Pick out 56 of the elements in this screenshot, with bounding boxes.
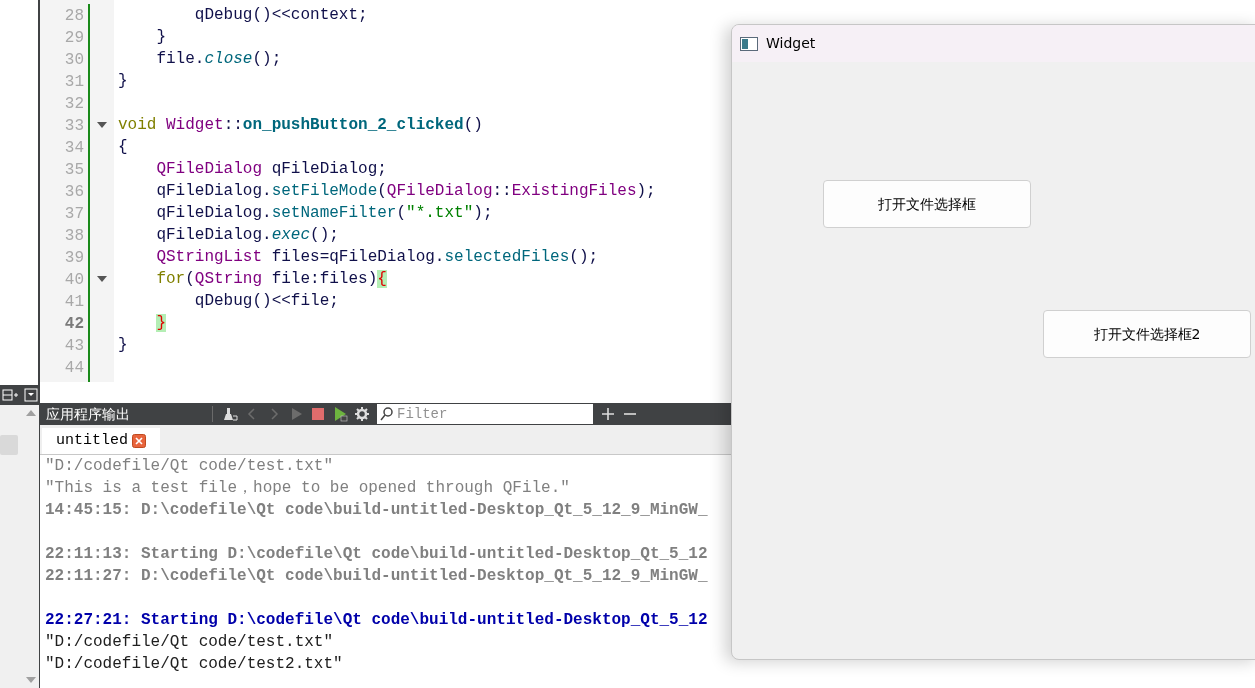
code-line: void Widget::on_pushButton_2_clicked(): [117, 115, 484, 136]
line-number: 32: [64, 95, 84, 113]
filter-field[interactable]: Filter: [397, 404, 593, 424]
window-title: Widget: [766, 34, 816, 53]
output-line: "D:/codefile/Qt code/test.txt": [45, 456, 335, 477]
output-line: 22:11:13: Starting D:\codefile\Qt code\build-untitled-Desktop_Qt_5_12: [45, 544, 709, 565]
zoom-in-icon: [602, 408, 614, 420]
code-line: for(QString file:files){: [155, 269, 388, 290]
code-line: file.close();: [155, 49, 283, 70]
line-number: 30: [64, 51, 84, 69]
settings-icon: [354, 406, 370, 422]
close-icon[interactable]: [132, 434, 146, 448]
output-line: 22:11:27: D:\codefile\Qt code\build-untitled-Desktop_Qt_5_12_9_MinGW_: [45, 566, 709, 587]
stop-icon: [310, 406, 326, 422]
line-number: 43: [64, 337, 84, 355]
fold-arrow-icon[interactable]: [97, 276, 107, 282]
line-number: 40: [64, 271, 84, 289]
dropdown-icon[interactable]: [24, 388, 38, 402]
split-icon[interactable]: [2, 388, 18, 402]
line-number: 37: [64, 205, 84, 223]
window-icon: [740, 36, 758, 51]
line-number: 44: [64, 359, 84, 377]
output-line: "This is a test file，hope to be opened through QFile.": [45, 478, 571, 499]
code-line: qFileDialog.exec();: [155, 225, 340, 246]
code-line: qDebug()<<file;: [193, 291, 340, 312]
code-line: }: [155, 27, 167, 48]
output-line: 22:27:21: Starting D:\codefile\Qt code\build-untitled-Desktop_Qt_5_12: [45, 610, 709, 631]
output-line: "D:/codefile/Qt code/test.txt": [45, 632, 335, 653]
code-line: {: [117, 137, 129, 158]
clear-icon: [222, 406, 238, 422]
line-number: 39: [64, 249, 84, 267]
code-line: qFileDialog.setFileMode(QFileDialog::ExistingFiles);: [155, 181, 656, 202]
code-line: QStringList files=qFileDialog.selectedFiles();: [155, 247, 600, 268]
output-tab[interactable]: untitled: [42, 428, 160, 454]
output-line: "D:/codefile/Qt code/test2.txt": [45, 654, 344, 675]
output-line: 14:45:15: D:\codefile\Qt code\build-untitled-Desktop_Qt_5_12_9_MinGW_: [45, 500, 709, 521]
code-line: QFileDialog qFileDialog;: [155, 159, 388, 180]
push-button[interactable]: 打开文件选择框: [823, 180, 1031, 228]
line-number: 31: [64, 73, 84, 91]
code-line: qFileDialog.setNameFilter("*.txt");: [155, 203, 494, 224]
code-line: }: [117, 71, 129, 92]
pane-title: 应用程序输出: [45, 404, 131, 424]
line-number: 29: [64, 29, 84, 47]
line-number: 38: [64, 227, 84, 245]
line-number: 28: [64, 7, 84, 25]
line-number: 41: [64, 293, 84, 311]
code-line: qDebug()<<context;: [193, 5, 369, 26]
line-number: 35: [64, 161, 84, 179]
line-number: 36: [64, 183, 84, 201]
debug-run-icon: [332, 406, 348, 422]
line-number: 33: [64, 117, 84, 135]
push-button[interactable]: 打开文件选择框2: [1043, 310, 1251, 358]
fold-arrow-icon[interactable]: [97, 122, 107, 128]
line-number: 34: [64, 139, 84, 157]
line-number: 42: [64, 315, 84, 333]
code-line: }: [117, 335, 129, 356]
